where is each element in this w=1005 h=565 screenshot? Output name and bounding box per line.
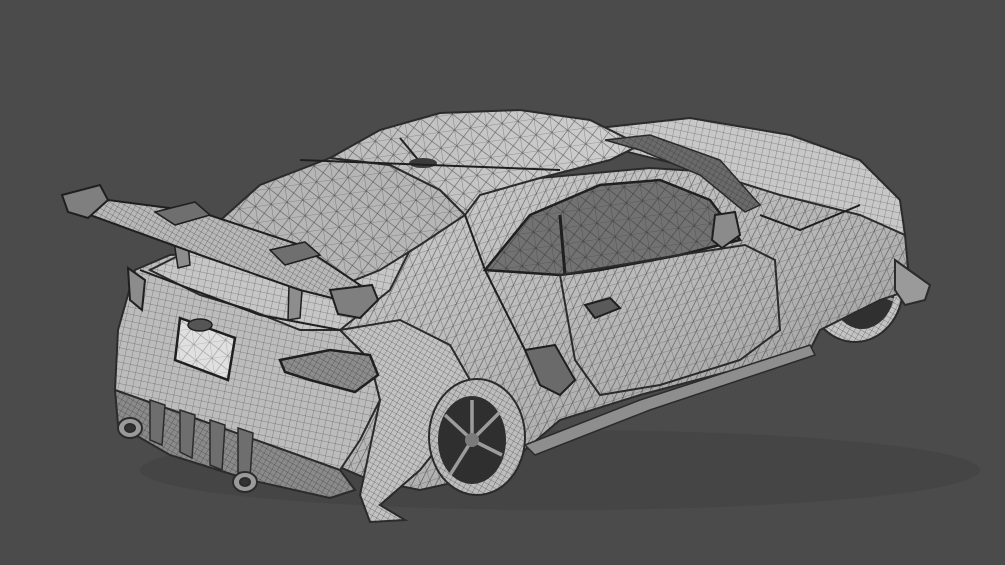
- 3d-viewport[interactable]: [0, 0, 1005, 565]
- front-splitter: [894, 258, 932, 307]
- rear-badge: [187, 318, 213, 332]
- car-wireframe-render: [60, 108, 980, 524]
- rear-wheel: [428, 378, 526, 496]
